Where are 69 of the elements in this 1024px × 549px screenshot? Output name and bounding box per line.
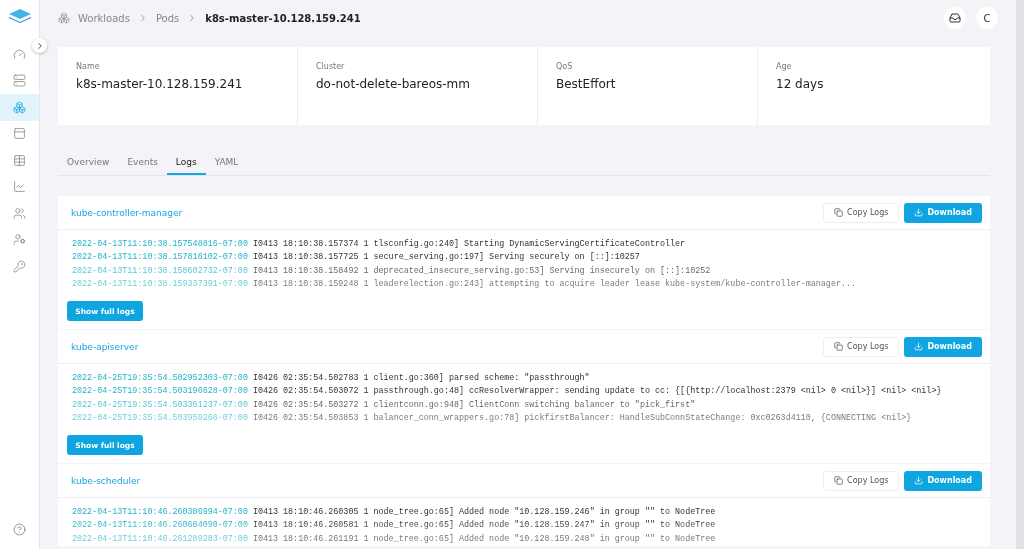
field-label: Name bbox=[76, 62, 101, 71]
download-icon bbox=[914, 208, 924, 217]
download-icon bbox=[914, 342, 924, 351]
download-button[interactable]: Download bbox=[904, 470, 982, 491]
copy-icon bbox=[834, 342, 844, 351]
tab[interactable]: Overview bbox=[58, 153, 119, 175]
field-label: QoS bbox=[556, 62, 574, 71]
logo-icon bbox=[8, 9, 31, 23]
log-message: I0413 18:10:38.157725 1 secure_serving.go:197] Serving securely on [::]:10257 bbox=[252, 252, 640, 263]
field-value: BestEffort bbox=[556, 77, 617, 91]
log-timestamp: 2022-04-25T19:35:54.502952303-07:00 bbox=[72, 372, 248, 383]
copy-logs-button[interactable]: Copy Logs bbox=[823, 470, 900, 491]
log-message: I0413 18:10:46.260581 1 node_tree.go:65] Added node "10.128.159.247" in group "" to NodeTree bbox=[252, 520, 716, 531]
tab[interactable]: Logs bbox=[166, 153, 206, 175]
log-timestamp: 2022-04-13T11:10:38.159337391-07:00 bbox=[72, 279, 248, 290]
panel-icon bbox=[13, 127, 26, 141]
server-icon bbox=[13, 74, 26, 88]
boxes-icon bbox=[58, 12, 70, 24]
log-timestamp: 2022-04-25T19:35:54.503196628-07:00 bbox=[72, 386, 248, 397]
line-chart-icon bbox=[13, 180, 26, 194]
container-name: kube-controller-manager bbox=[71, 207, 183, 218]
log-message: I0413 18:10:46.260305 1 node_tree.go:65] Added node "10.128.159.246" in group "" to NodeTree bbox=[252, 506, 716, 517]
log-timestamp: 2022-04-13T11:10:38.158602732-07:00 bbox=[72, 265, 248, 276]
log-timestamp: 2022-04-25T19:35:54.503361237-07:00 bbox=[72, 399, 248, 410]
table-icon bbox=[13, 153, 26, 167]
user-gear-icon bbox=[13, 233, 26, 247]
download-button[interactable]: Download bbox=[904, 202, 982, 223]
log-message: I0426 02:35:54.503072 1 passthrough.go:48] ccResolverWrapper: sending update to cc: {[{http://localhost:2379 <nil> 0 <nil>}] <nil> <nil>} bbox=[252, 386, 942, 397]
download-icon bbox=[914, 476, 924, 485]
container-name: kube-apiserver bbox=[71, 341, 139, 352]
tab[interactable]: YAML bbox=[205, 153, 248, 175]
field-label: Cluster bbox=[316, 62, 346, 71]
copy-icon bbox=[834, 208, 844, 217]
breadcrumb[interactable]: Workloads bbox=[78, 12, 130, 24]
log-timestamp: 2022-04-13T11:10:38.157548816-07:00 bbox=[72, 238, 248, 249]
breadcrumb[interactable]: Pods bbox=[155, 12, 180, 24]
users-icon bbox=[13, 206, 26, 220]
log-message: I0426 02:35:54.502783 1 client.go:360] parsed scheme: "passthrough" bbox=[252, 372, 590, 383]
inbox-button[interactable] bbox=[944, 7, 966, 29]
key-icon bbox=[13, 259, 26, 273]
log-timestamp: 2022-04-13T11:10:38.157816102-07:00 bbox=[72, 252, 248, 263]
copy-icon bbox=[834, 476, 844, 485]
log-message: I0426 02:35:54.503853 1 balancer_conn_wrappers.go:78] pickfirstBalancer: HandleSubConnStateChange: 0xc0263d4110, {CONNECTING <nil>} bbox=[252, 413, 912, 424]
copy-logs-button[interactable]: Copy Logs bbox=[823, 336, 900, 357]
log-timestamp: 2022-04-13T11:10:46.260386994-07:00 bbox=[72, 506, 248, 517]
breadcrumb: k8s-master-10.128.159.241 bbox=[205, 12, 361, 24]
boxes-icon bbox=[13, 100, 26, 114]
tab[interactable]: Events bbox=[118, 153, 167, 175]
container-name: kube-scheduler bbox=[71, 475, 141, 486]
log-timestamp: 2022-04-13T11:10:46.260684090-07:00 bbox=[72, 520, 248, 531]
help-icon[interactable] bbox=[13, 522, 26, 536]
field-value: do-not-delete-bareos-mm bbox=[316, 77, 471, 91]
expand-button[interactable] bbox=[32, 38, 47, 53]
field-label: Age bbox=[776, 62, 793, 71]
log-message: I0413 18:10:38.159248 1 leaderelection.go:243] attempting to acquire leader lease kube-system/kube-controller-manager... bbox=[252, 279, 856, 290]
log-message: I0413 18:10:38.158492 1 deprecated_insecure_serving.go:53] Serving insecurely on [::]:10252 bbox=[252, 265, 711, 276]
download-button[interactable]: Download bbox=[904, 336, 982, 357]
log-message: I0413 18:10:46.261191 1 node_tree.go:65] Added node "10.128.159.248" in group "" to NodeTree bbox=[252, 533, 716, 544]
log-message: I0413 18:10:38.157374 1 tlsconfig.go:240] Starting DynamicServingCertificateController bbox=[252, 238, 686, 249]
log-message: I0426 02:35:54.503272 1 clientconn.go:948] ClientConn switching balancer to "pick_first" bbox=[252, 399, 696, 410]
gauge-icon bbox=[13, 47, 26, 61]
log-timestamp: 2022-04-13T11:10:46.261289283-07:00 bbox=[72, 533, 248, 544]
avatar[interactable]: C bbox=[976, 7, 998, 29]
field-value: k8s-master-10.128.159.241 bbox=[76, 77, 244, 91]
sidebar-item[interactable] bbox=[0, 94, 39, 121]
log-timestamp: 2022-04-25T19:35:54.503959266-07:00 bbox=[72, 413, 248, 424]
inbox-icon bbox=[949, 12, 961, 24]
copy-logs-button[interactable]: Copy Logs bbox=[823, 202, 900, 223]
field-value: 12 days bbox=[776, 77, 825, 91]
